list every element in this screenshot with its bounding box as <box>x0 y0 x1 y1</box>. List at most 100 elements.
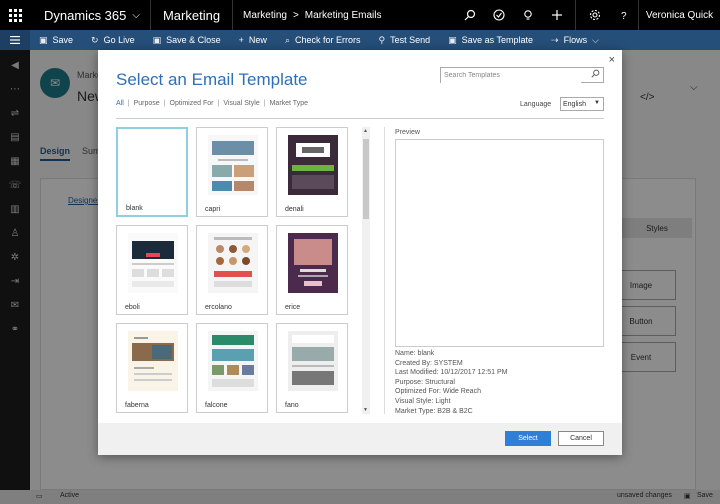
save-template-button[interactable]: ▣ Save as Template <box>439 30 542 50</box>
meta-visual-style: Visual Style: Light <box>395 397 451 405</box>
preview-label: Preview <box>395 129 420 136</box>
test-send-label: Test Send <box>390 35 431 45</box>
filter-separator: | <box>263 100 266 107</box>
template-tile-faberna[interactable]: faberna <box>116 323 188 413</box>
flows-label: Flows <box>563 35 588 45</box>
cancel-button[interactable]: Cancel <box>558 431 604 446</box>
plus-icon[interactable] <box>542 0 571 30</box>
language-value: English <box>563 100 586 108</box>
scroll-up-icon[interactable]: ▲ <box>363 128 368 134</box>
template-tile-capri[interactable]: capri <box>196 127 268 217</box>
breadcrumb-separator: > <box>292 9 299 21</box>
template-name: fano <box>285 402 299 409</box>
template-tile-fano[interactable]: fano <box>276 323 348 413</box>
brand-switcher[interactable]: Dynamics 365 ⌵ <box>30 0 151 30</box>
new-button[interactable]: + New <box>230 30 276 50</box>
close-icon[interactable]: × <box>609 54 615 66</box>
template-name: denali <box>285 206 304 213</box>
task-check-icon[interactable] <box>484 0 513 30</box>
chevron-down-icon: ⌵ <box>592 34 599 45</box>
check-errors-label: Check for Errors <box>294 35 361 45</box>
save-close-icon: ▣ <box>152 34 162 45</box>
save-label: Save <box>52 35 74 45</box>
breadcrumb-item[interactable]: Marketing Emails <box>305 10 382 21</box>
template-gallery: blank capri denali eboli ercolano erice … <box>116 127 360 414</box>
template-name: capri <box>205 206 221 213</box>
meta-optimized-for: Optimized For: Wide Reach <box>395 388 481 396</box>
top-icons: ? <box>455 0 638 30</box>
filter-separator: | <box>163 100 166 107</box>
template-gallery-scrollbar[interactable]: ▲ ▼ <box>362 127 370 414</box>
flows-icon: ⇢ <box>551 34 559 45</box>
filter-optimized-for[interactable]: Optimized For <box>170 100 214 107</box>
template-thumbnail <box>288 331 338 391</box>
breadcrumb-item[interactable]: Marketing <box>243 10 287 21</box>
meta-last-modified: Last Modified: 10/12/2017 12:51 PM <box>395 369 508 377</box>
save-template-icon: ▣ <box>448 34 457 45</box>
filter-all[interactable]: All <box>116 100 124 107</box>
language-select[interactable]: English ▼ <box>560 97 604 111</box>
template-tile-denali[interactable]: denali <box>276 127 348 217</box>
save-button[interactable]: ▣ Save <box>30 30 82 50</box>
template-thumbnail <box>128 233 178 293</box>
divider <box>384 127 385 414</box>
template-thumbnail <box>208 233 258 293</box>
module-name[interactable]: Marketing <box>151 0 234 30</box>
scrollbar-thumb[interactable] <box>363 139 369 219</box>
filter-separator: | <box>127 100 130 107</box>
meta-name: Name: blank <box>395 350 435 357</box>
go-live-button[interactable]: ↻ Go Live <box>82 30 144 50</box>
scroll-down-icon[interactable]: ▼ <box>363 407 368 413</box>
template-tile-falcone[interactable]: falcone <box>196 323 268 413</box>
template-filters: All | Purpose | Optimized For | Visual S… <box>116 100 308 107</box>
app-launcher-icon[interactable] <box>0 0 30 30</box>
svg-text:?: ? <box>621 11 627 21</box>
filter-visual-style[interactable]: Visual Style <box>223 100 259 107</box>
chevron-down-icon: ⌵ <box>132 9 140 21</box>
new-label: New <box>248 35 267 45</box>
breadcrumb: Marketing > Marketing Emails <box>233 10 391 21</box>
filter-market-type[interactable]: Market Type <box>270 100 308 107</box>
template-thumbnail <box>128 331 178 391</box>
save-template-label: Save as Template <box>461 35 534 45</box>
template-name: erice <box>285 304 301 311</box>
template-thumbnail <box>288 135 338 195</box>
template-tile-eboli[interactable]: eboli <box>116 225 188 315</box>
meta-purpose: Purpose: Structural <box>395 378 455 386</box>
go-live-icon: ↻ <box>91 34 99 45</box>
template-search-input[interactable] <box>441 68 581 83</box>
filter-purpose[interactable]: Purpose <box>134 100 160 107</box>
template-name: eboli <box>125 304 140 311</box>
template-thumbnail <box>208 331 258 391</box>
select-template-dialog: × Select an Email Template All | Purpose… <box>98 50 622 455</box>
gear-icon[interactable] <box>580 0 609 30</box>
template-name: falcone <box>205 402 228 409</box>
template-tile-blank[interactable]: blank <box>116 127 188 217</box>
help-icon[interactable]: ? <box>609 0 638 30</box>
select-button[interactable]: Select <box>505 431 551 446</box>
user-name[interactable]: Veronica Quick <box>638 0 720 30</box>
flows-button[interactable]: ⇢ Flows ⌵ <box>542 30 608 50</box>
test-send-icon: ⚲ <box>378 34 386 45</box>
template-thumbnail <box>288 233 338 293</box>
divider <box>116 118 604 119</box>
command-bar: ▣ Save ↻ Go Live ▣ Save & Close + New ⌕ Check… <box>0 30 720 50</box>
test-send-button[interactable]: ⚲ Test Send <box>370 30 440 50</box>
search-icon[interactable] <box>455 0 484 30</box>
lightbulb-icon[interactable] <box>513 0 542 30</box>
save-close-button[interactable]: ▣ Save & Close <box>144 30 230 50</box>
meta-created-by: Created By: SYSTEM <box>395 359 463 367</box>
template-tile-ercolano[interactable]: ercolano <box>196 225 268 315</box>
top-navigation-bar: Dynamics 365 ⌵ Marketing Marketing > Mar… <box>0 0 720 30</box>
dropdown-arrow-icon: ▼ <box>594 100 600 106</box>
go-live-label: Go Live <box>103 35 135 45</box>
template-metadata: Name: blank Created By: SYSTEM Last Modi… <box>395 349 507 416</box>
save-icon: ▣ <box>39 34 48 45</box>
hamburger-menu-icon[interactable] <box>0 30 30 50</box>
template-name: blank <box>126 205 143 212</box>
template-tile-erice[interactable]: erice <box>276 225 348 315</box>
dialog-title: Select an Email Template <box>116 70 308 89</box>
check-errors-button[interactable]: ⌕ Check for Errors <box>276 30 370 50</box>
template-search-box <box>440 67 604 83</box>
search-icon[interactable] <box>591 69 600 80</box>
